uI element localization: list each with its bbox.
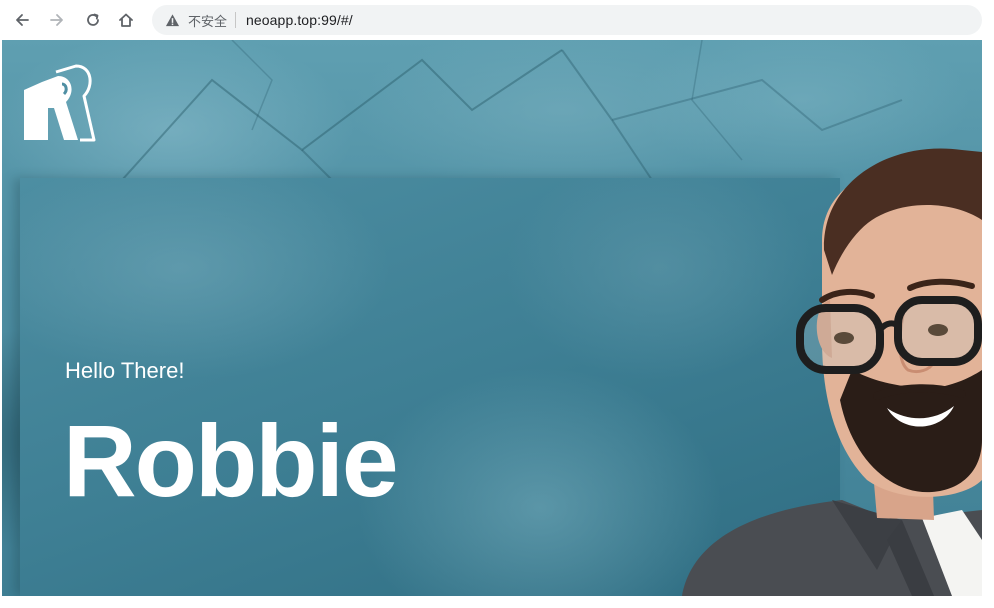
greeting-text: Hello There! [65,358,185,383]
url-text[interactable]: neoapp.top:99/#/ [246,12,353,28]
warning-triangle-icon[interactable] [164,12,180,28]
back-button[interactable] [10,8,34,32]
arrow-right-icon [50,14,63,26]
page-viewport: Hello There! Robbie [2,40,982,596]
address-divider [235,12,237,28]
address-bar[interactable]: 不安全 neoapp.top:99/#/ [152,5,982,35]
arrow-left-icon [16,14,29,26]
reload-icon [87,13,99,26]
home-button[interactable] [114,8,138,32]
reload-button[interactable] [81,8,105,32]
portrait-image [682,148,982,596]
browser-toolbar: 不安全 neoapp.top:99/#/ [0,0,994,40]
forward-button[interactable] [45,8,69,32]
window-bottom-edge [0,596,994,608]
home-icon [119,13,133,27]
hero-name-heading: Robbie [63,404,399,518]
security-status-label[interactable]: 不安全 [188,11,227,30]
rr-logo[interactable] [20,62,96,142]
